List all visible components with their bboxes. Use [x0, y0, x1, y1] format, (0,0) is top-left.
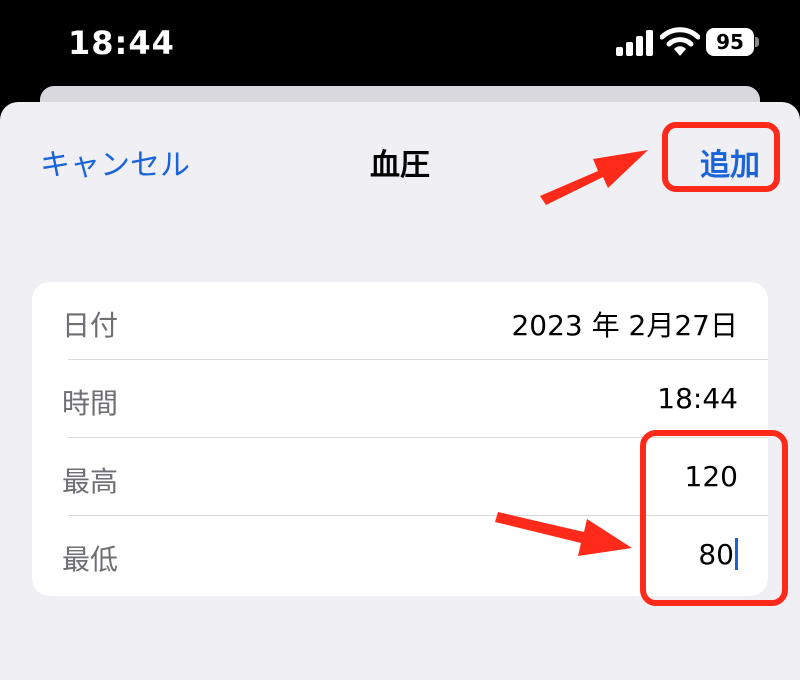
- status-bar: 18:44 95: [0, 0, 800, 86]
- systolic-label: 最高: [62, 465, 119, 498]
- values-highlight: [640, 430, 788, 606]
- time-label: 時間: [62, 387, 119, 420]
- status-time: 18:44: [68, 24, 175, 62]
- battery-level: 95: [706, 28, 754, 56]
- time-row[interactable]: 時間 18:44: [32, 360, 768, 438]
- battery-cap: [755, 37, 759, 47]
- date-value[interactable]: 2023 年 2月27日: [511, 304, 738, 344]
- time-value[interactable]: 18:44: [657, 382, 738, 415]
- signal-icon: [616, 30, 654, 56]
- date-row[interactable]: 日付 2023 年 2月27日: [32, 282, 768, 360]
- date-label: 日付: [62, 309, 119, 342]
- add-button-highlight: [662, 122, 780, 192]
- cancel-button[interactable]: キャンセル: [40, 140, 190, 184]
- battery-icon: 95: [706, 28, 759, 56]
- wifi-icon: [660, 27, 700, 56]
- diastolic-label: 最低: [62, 543, 119, 576]
- page-title: 血圧: [370, 148, 430, 183]
